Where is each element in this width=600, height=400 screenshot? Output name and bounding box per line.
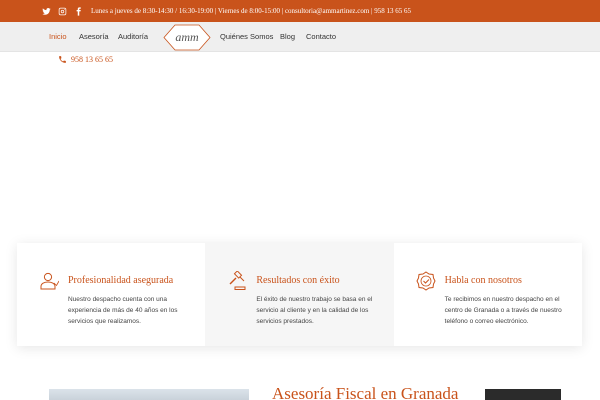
feature-card-resultados: Resultados con éxito El éxito de nuestro… bbox=[205, 243, 394, 346]
site-logo[interactable]: amm bbox=[163, 24, 211, 51]
nav-item-inicio[interactable]: Inicio bbox=[49, 32, 67, 41]
logo-text: amm bbox=[175, 30, 199, 44]
phone-link[interactable]: 958 13 65 65 bbox=[58, 55, 113, 64]
feature-title: Profesionalidad asegurada bbox=[68, 275, 174, 286]
feature-text: Nuestro despacho cuenta con una experien… bbox=[68, 296, 178, 325]
phone-icon bbox=[59, 56, 66, 63]
feature-card-habla: Habla con nosotros Te recibimos en nuest… bbox=[394, 243, 582, 346]
feature-card-profesionalidad: Profesionalidad asegurada Nuestro despac… bbox=[17, 243, 205, 346]
contact-info-text: Lunes a jueves de 8:30-14:30 / 16:30-19:… bbox=[91, 7, 411, 15]
section-title: Asesoría Fiscal en Granada bbox=[272, 384, 459, 400]
nav-item-auditoria[interactable]: Auditoría bbox=[118, 32, 148, 41]
section-image-right bbox=[485, 389, 561, 400]
main-nav: Inicio Asesoría Auditoría Quiénes Somos … bbox=[0, 22, 600, 52]
feature-title: Habla con nosotros bbox=[444, 275, 522, 286]
feature-title: Resultados con éxito bbox=[256, 275, 340, 286]
gavel-icon bbox=[229, 271, 246, 290]
features-panel: Profesionalidad asegurada Nuestro despac… bbox=[17, 243, 582, 346]
top-bar: Lunes a jueves de 8:30-14:30 / 16:30-19:… bbox=[0, 0, 600, 22]
nav-item-quienes-somos[interactable]: Quiénes Somos bbox=[220, 32, 273, 41]
feature-text: Te recibimos en nuestro despacho en el c… bbox=[444, 296, 562, 325]
feature-text: El éxito de nuestro trabajo se basa en e… bbox=[256, 296, 373, 325]
twitter-icon[interactable] bbox=[40, 5, 53, 18]
instagram-icon[interactable] bbox=[56, 5, 69, 18]
nav-item-contacto[interactable]: Contacto bbox=[306, 32, 336, 41]
badge-check-icon bbox=[416, 271, 436, 291]
nav-item-asesoria[interactable]: Asesoría bbox=[79, 32, 109, 41]
facebook-icon[interactable] bbox=[72, 5, 85, 18]
person-icon bbox=[40, 272, 59, 290]
nav-item-blog[interactable]: Blog bbox=[280, 32, 295, 41]
section-image-left bbox=[49, 389, 249, 400]
phone-number: 958 13 65 65 bbox=[71, 55, 113, 64]
